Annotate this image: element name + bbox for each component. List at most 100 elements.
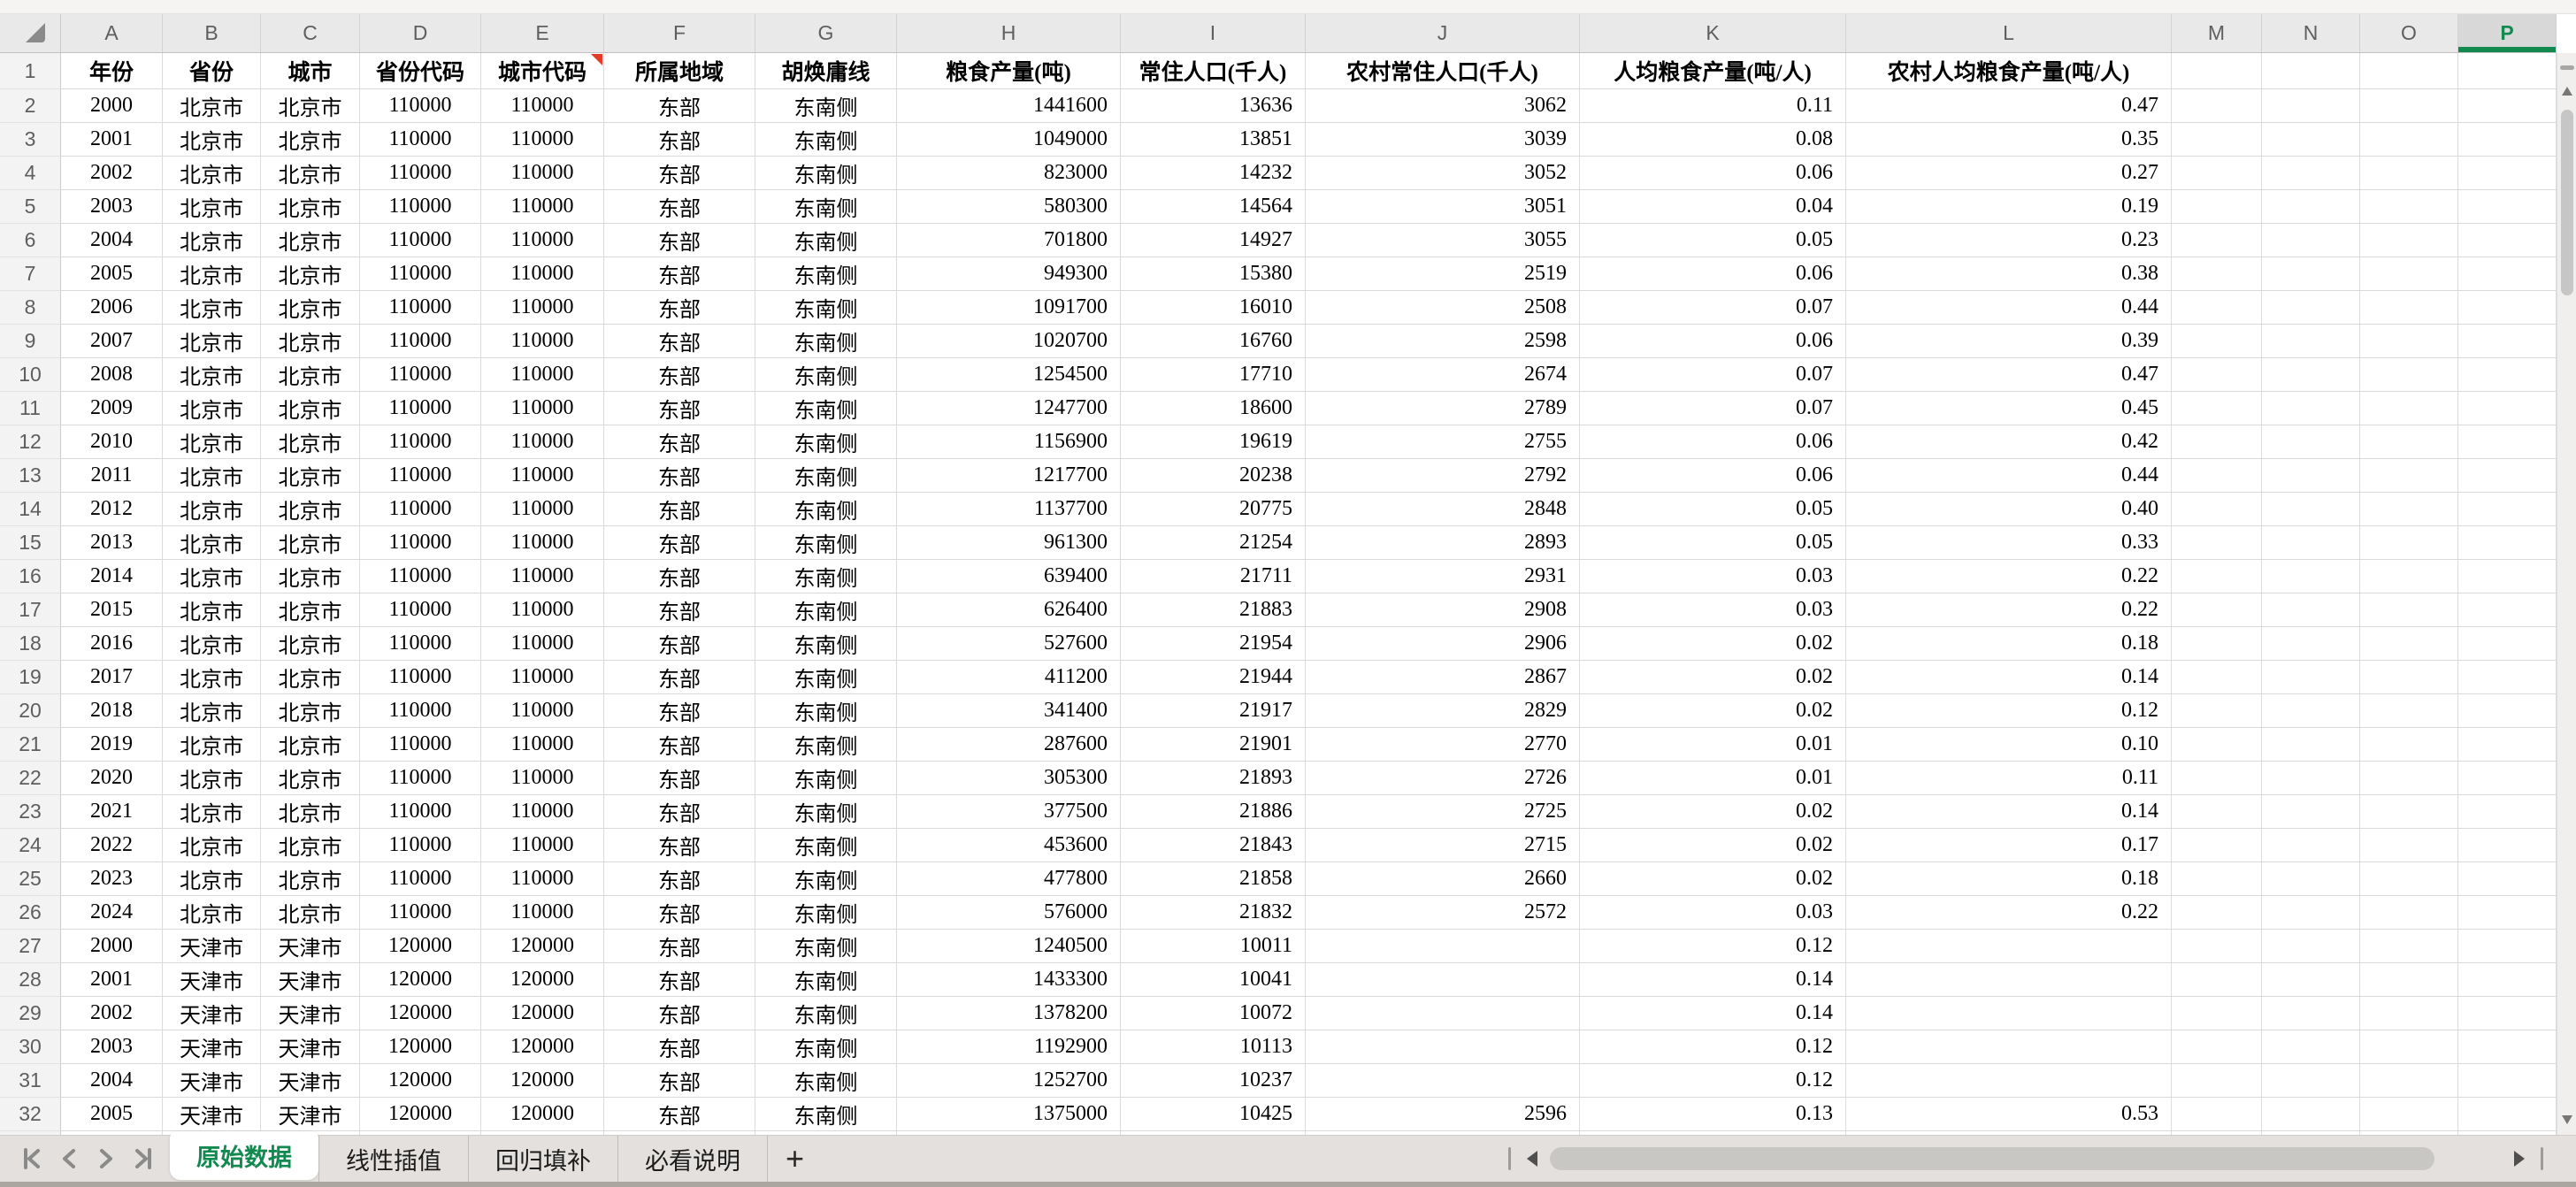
cell-F9[interactable]: 东部 (604, 325, 755, 358)
cell-O21[interactable] (2360, 728, 2458, 762)
cell-H26[interactable]: 576000 (897, 896, 1121, 930)
cell-O16[interactable] (2360, 560, 2458, 594)
cell-M21[interactable] (2172, 728, 2262, 762)
cell-E18[interactable]: 110000 (481, 627, 604, 661)
cell-C25[interactable]: 北京市 (261, 862, 360, 896)
cell-P16[interactable] (2458, 560, 2557, 594)
cell-C2[interactable]: 北京市 (261, 89, 360, 123)
cell-K5[interactable]: 0.04 (1580, 190, 1846, 224)
cell-E30[interactable]: 120000 (481, 1030, 604, 1064)
cell-F24[interactable]: 东部 (604, 829, 755, 862)
cell-D17[interactable]: 110000 (360, 594, 481, 627)
row-header-30[interactable]: 30 (0, 1030, 61, 1064)
cell-L29[interactable] (1846, 997, 2172, 1030)
cell-O15[interactable] (2360, 526, 2458, 560)
cell-C9[interactable]: 北京市 (261, 325, 360, 358)
cell-B20[interactable]: 北京市 (163, 694, 261, 728)
cell-G4[interactable]: 东南侧 (755, 157, 897, 190)
scroll-left-icon[interactable] (1527, 1151, 1537, 1167)
row-header-28[interactable]: 28 (0, 963, 61, 997)
cell-P14[interactable] (2458, 493, 2557, 526)
cell-B29[interactable]: 天津市 (163, 997, 261, 1030)
cell-H11[interactable]: 1247700 (897, 392, 1121, 425)
cell-F13[interactable]: 东部 (604, 459, 755, 493)
cell-M29[interactable] (2172, 997, 2262, 1030)
cell-F7[interactable]: 东部 (604, 257, 755, 291)
cell-G13[interactable]: 东南侧 (755, 459, 897, 493)
cell-C5[interactable]: 北京市 (261, 190, 360, 224)
scroll-up-icon[interactable] (2562, 87, 2572, 96)
cell-E4[interactable]: 110000 (481, 157, 604, 190)
cell-P7[interactable] (2458, 257, 2557, 291)
cell-E12[interactable]: 110000 (481, 425, 604, 459)
cell-D28[interactable]: 120000 (360, 963, 481, 997)
cell-K2[interactable]: 0.11 (1580, 89, 1846, 123)
cell-K6[interactable]: 0.05 (1580, 224, 1846, 257)
cell-C21[interactable]: 北京市 (261, 728, 360, 762)
cell-I20[interactable]: 21917 (1121, 694, 1306, 728)
cell-E23[interactable]: 110000 (481, 795, 604, 829)
cell-L3[interactable]: 0.35 (1846, 123, 2172, 157)
cell-B30[interactable]: 天津市 (163, 1030, 261, 1064)
cell-B18[interactable]: 北京市 (163, 627, 261, 661)
cell-O10[interactable] (2360, 358, 2458, 392)
cell-I15[interactable]: 21254 (1121, 526, 1306, 560)
cell-N21[interactable] (2262, 728, 2360, 762)
cell-O20[interactable] (2360, 694, 2458, 728)
cell-N29[interactable] (2262, 997, 2360, 1030)
cell-F25[interactable]: 东部 (604, 862, 755, 896)
cell-D3[interactable]: 110000 (360, 123, 481, 157)
row-header-13[interactable]: 13 (0, 459, 61, 493)
cell-L20[interactable]: 0.12 (1846, 694, 2172, 728)
cell-J5[interactable]: 3051 (1306, 190, 1580, 224)
cell-B13[interactable]: 北京市 (163, 459, 261, 493)
cell-L18[interactable]: 0.18 (1846, 627, 2172, 661)
cell-B10[interactable]: 北京市 (163, 358, 261, 392)
cell-P31[interactable] (2458, 1064, 2557, 1098)
cell-L22[interactable]: 0.11 (1846, 762, 2172, 795)
cell-K32[interactable]: 0.13 (1580, 1098, 1846, 1131)
cell-P2[interactable] (2458, 89, 2557, 123)
cell-H6[interactable]: 701800 (897, 224, 1121, 257)
cell-B27[interactable]: 天津市 (163, 930, 261, 963)
cell-G14[interactable]: 东南侧 (755, 493, 897, 526)
cell-K12[interactable]: 0.06 (1580, 425, 1846, 459)
cell-J32[interactable]: 2596 (1306, 1098, 1580, 1131)
row-header-16[interactable]: 16 (0, 560, 61, 594)
cell-J28[interactable] (1306, 963, 1580, 997)
cell-D16[interactable]: 110000 (360, 560, 481, 594)
cell-M14[interactable] (2172, 493, 2262, 526)
cell-P13[interactable] (2458, 459, 2557, 493)
cell-J31[interactable] (1306, 1064, 1580, 1098)
cell-A13[interactable]: 2011 (61, 459, 163, 493)
cell-K8[interactable]: 0.07 (1580, 291, 1846, 325)
cell-B8[interactable]: 北京市 (163, 291, 261, 325)
cell-J12[interactable]: 2755 (1306, 425, 1580, 459)
cell-L15[interactable]: 0.33 (1846, 526, 2172, 560)
cell-I14[interactable]: 20775 (1121, 493, 1306, 526)
cell-N16[interactable] (2262, 560, 2360, 594)
vertical-scrollbar-thumb[interactable] (2561, 110, 2573, 295)
cell-L14[interactable]: 0.40 (1846, 493, 2172, 526)
cell-D5[interactable]: 110000 (360, 190, 481, 224)
cell-P3[interactable] (2458, 123, 2557, 157)
cell-E6[interactable]: 110000 (481, 224, 604, 257)
cell-D1[interactable]: 省份代码 (360, 53, 481, 89)
cell-G22[interactable]: 东南侧 (755, 762, 897, 795)
cell-L7[interactable]: 0.38 (1846, 257, 2172, 291)
cell-A27[interactable]: 2000 (61, 930, 163, 963)
cell-C4[interactable]: 北京市 (261, 157, 360, 190)
cell-O27[interactable] (2360, 930, 2458, 963)
cell-J27[interactable] (1306, 930, 1580, 963)
cell-F23[interactable]: 东部 (604, 795, 755, 829)
cell-G24[interactable]: 东南侧 (755, 829, 897, 862)
cell-F14[interactable]: 东部 (604, 493, 755, 526)
row-header-9[interactable]: 9 (0, 325, 61, 358)
cell-B23[interactable]: 北京市 (163, 795, 261, 829)
column-header-J[interactable]: J (1306, 14, 1580, 52)
cell-J11[interactable]: 2789 (1306, 392, 1580, 425)
cell-J6[interactable]: 3055 (1306, 224, 1580, 257)
cell-M20[interactable] (2172, 694, 2262, 728)
cell-P27[interactable] (2458, 930, 2557, 963)
row-header-21[interactable]: 21 (0, 728, 61, 762)
